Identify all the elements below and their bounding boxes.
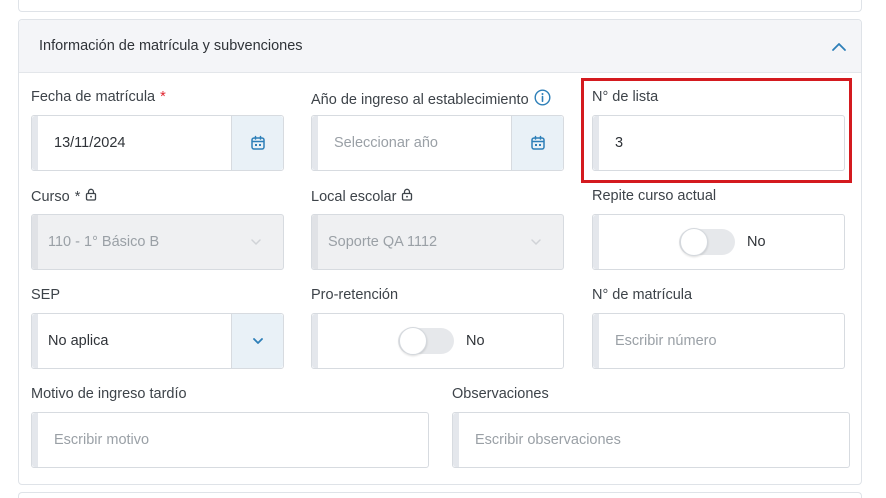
local-escolar-select: Soporte QA 1112 bbox=[311, 214, 564, 270]
lock-icon bbox=[401, 188, 413, 205]
lock-icon bbox=[85, 188, 97, 205]
fecha-matricula-label: Fecha de matrícula * bbox=[31, 89, 166, 105]
panel-header[interactable]: Información de matrícula y subvenciones bbox=[19, 20, 861, 73]
numero-lista-label: N° de lista bbox=[592, 89, 659, 105]
pro-retencion-label: Pro-retención bbox=[311, 287, 399, 303]
anio-ingreso-placeholder: Seleccionar año bbox=[334, 135, 438, 151]
fecha-matricula-field[interactable]: 13/11/2024 bbox=[31, 115, 284, 171]
observaciones-input[interactable]: Escribir observaciones bbox=[452, 412, 850, 468]
numero-lista-value: 3 bbox=[615, 135, 624, 151]
repite-curso-label: Repite curso actual bbox=[592, 188, 717, 204]
motivo-ingreso-label: Motivo de ingreso tardío bbox=[31, 386, 187, 402]
numero-lista-input[interactable]: 3 bbox=[592, 115, 845, 171]
sep-label: SEP bbox=[31, 287, 61, 303]
numero-matricula-input[interactable]: Escribir número bbox=[592, 313, 845, 369]
local-escolar-label: Local escolar bbox=[311, 188, 413, 205]
chevron-down-icon[interactable] bbox=[231, 314, 283, 368]
chevron-up-icon[interactable] bbox=[829, 37, 849, 57]
panel-title: Información de matrícula y subvenciones bbox=[39, 38, 303, 54]
repite-curso-field: No bbox=[592, 214, 845, 270]
repite-curso-toggle[interactable] bbox=[679, 228, 735, 256]
anio-ingreso-label: Año de ingreso al establecimiento bbox=[311, 89, 551, 110]
curso-value: 110 - 1° Básico B bbox=[48, 234, 160, 250]
chevron-down-icon bbox=[529, 235, 543, 249]
next-section-card bbox=[18, 492, 862, 498]
fecha-matricula-value: 13/11/2024 bbox=[54, 135, 126, 151]
sep-select[interactable]: No aplica bbox=[31, 313, 284, 369]
pro-retencion-state: No bbox=[466, 333, 485, 349]
anio-ingreso-select[interactable]: Seleccionar año bbox=[311, 115, 564, 171]
motivo-ingreso-input[interactable]: Escribir motivo bbox=[31, 412, 429, 468]
observaciones-label: Observaciones bbox=[452, 386, 549, 402]
pro-retencion-toggle[interactable] bbox=[398, 327, 454, 355]
numero-matricula-placeholder: Escribir número bbox=[615, 333, 717, 349]
observaciones-placeholder: Escribir observaciones bbox=[475, 432, 621, 448]
previous-section-card bbox=[18, 0, 862, 12]
motivo-ingreso-placeholder: Escribir motivo bbox=[54, 432, 150, 448]
info-icon[interactable] bbox=[534, 89, 551, 110]
repite-curso-state: No bbox=[747, 234, 766, 250]
calendar-icon[interactable] bbox=[231, 116, 283, 170]
sep-value: No aplica bbox=[48, 333, 109, 349]
pro-retencion-field: No bbox=[311, 313, 564, 369]
local-escolar-value: Soporte QA 1112 bbox=[328, 234, 438, 250]
chevron-down-icon bbox=[249, 235, 263, 249]
numero-matricula-label: N° de matrícula bbox=[592, 287, 693, 303]
curso-label: Curso * bbox=[31, 188, 97, 205]
calendar-icon[interactable] bbox=[511, 116, 563, 170]
curso-select: 110 - 1° Básico B bbox=[31, 214, 284, 270]
